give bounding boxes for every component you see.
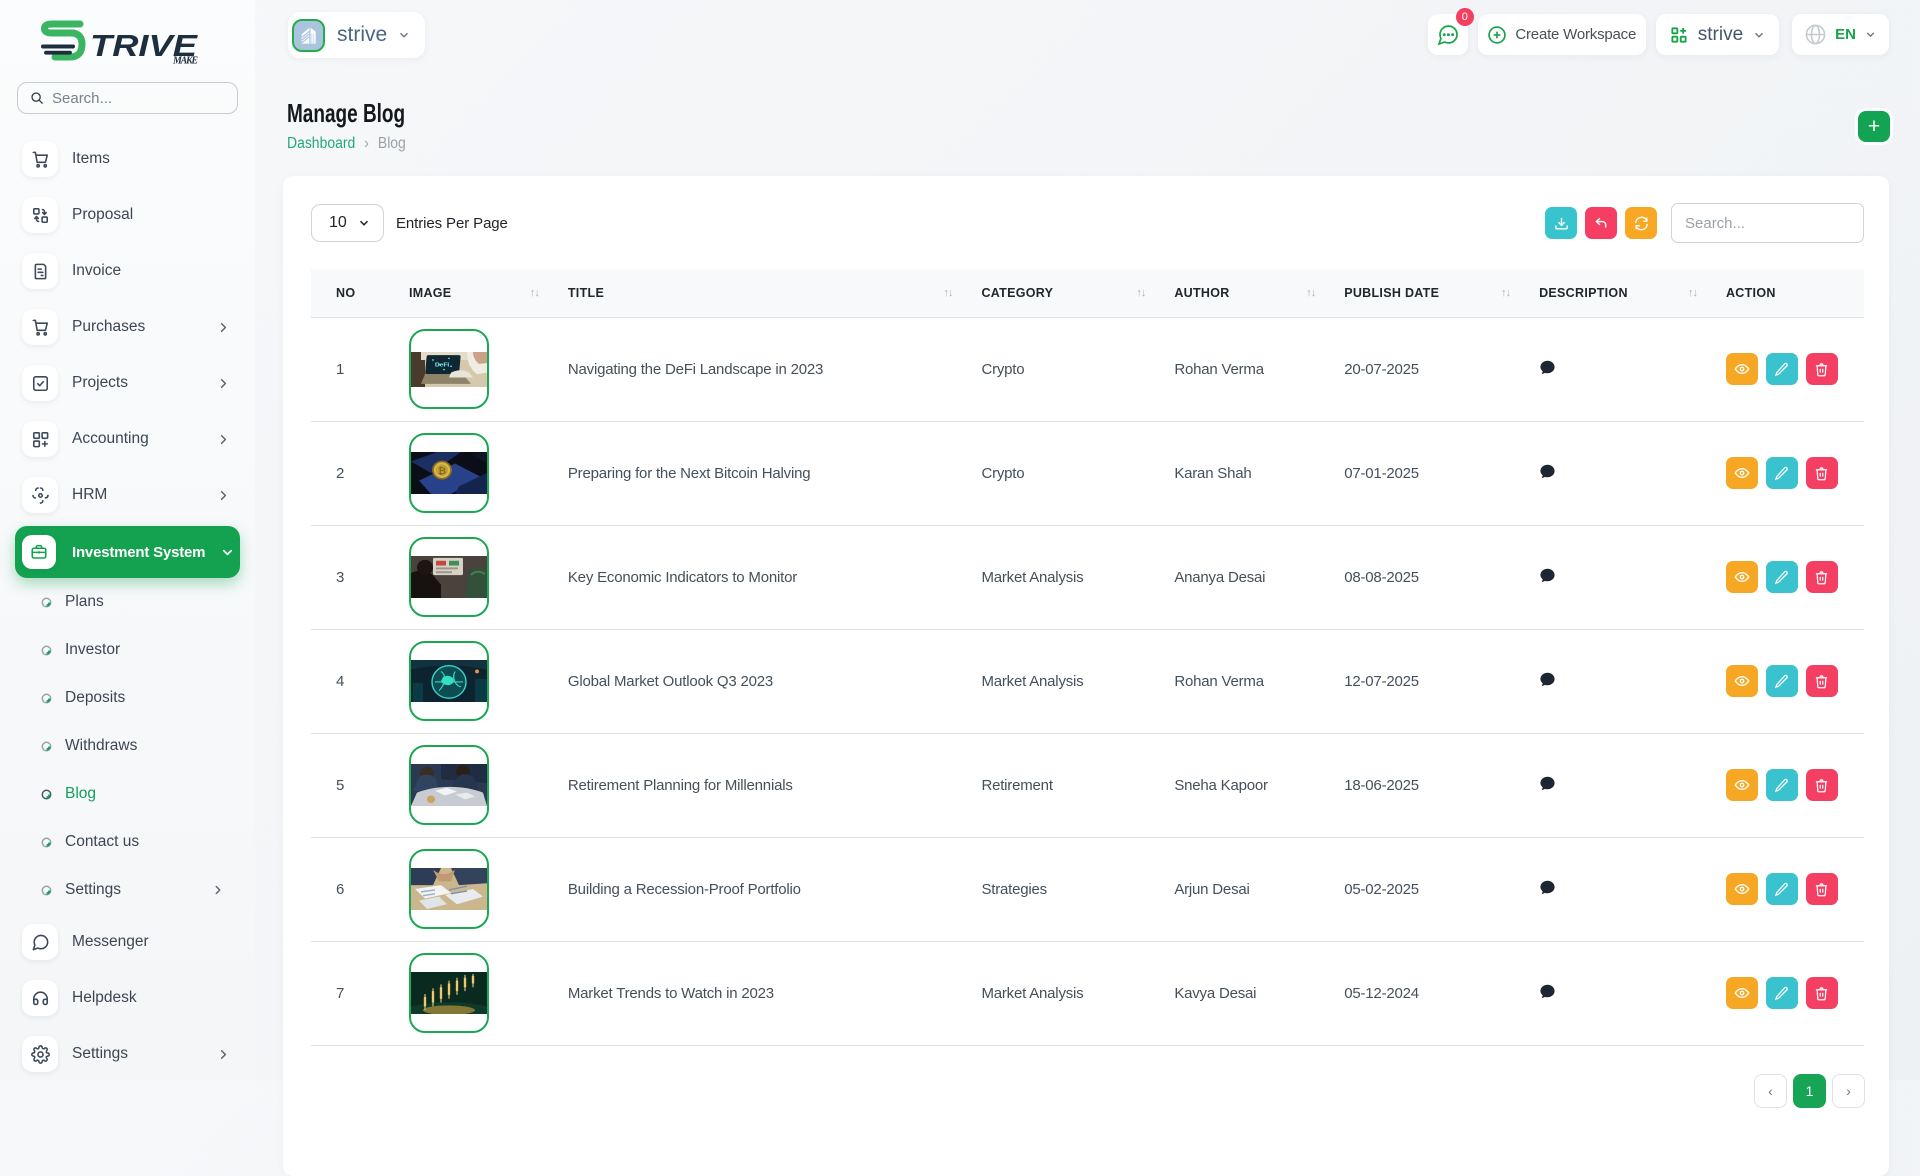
svg-text:DeFi: DeFi [435, 361, 450, 367]
svg-text:₿: ₿ [438, 466, 446, 477]
svg-text:MAKE: MAKE [172, 56, 198, 67]
